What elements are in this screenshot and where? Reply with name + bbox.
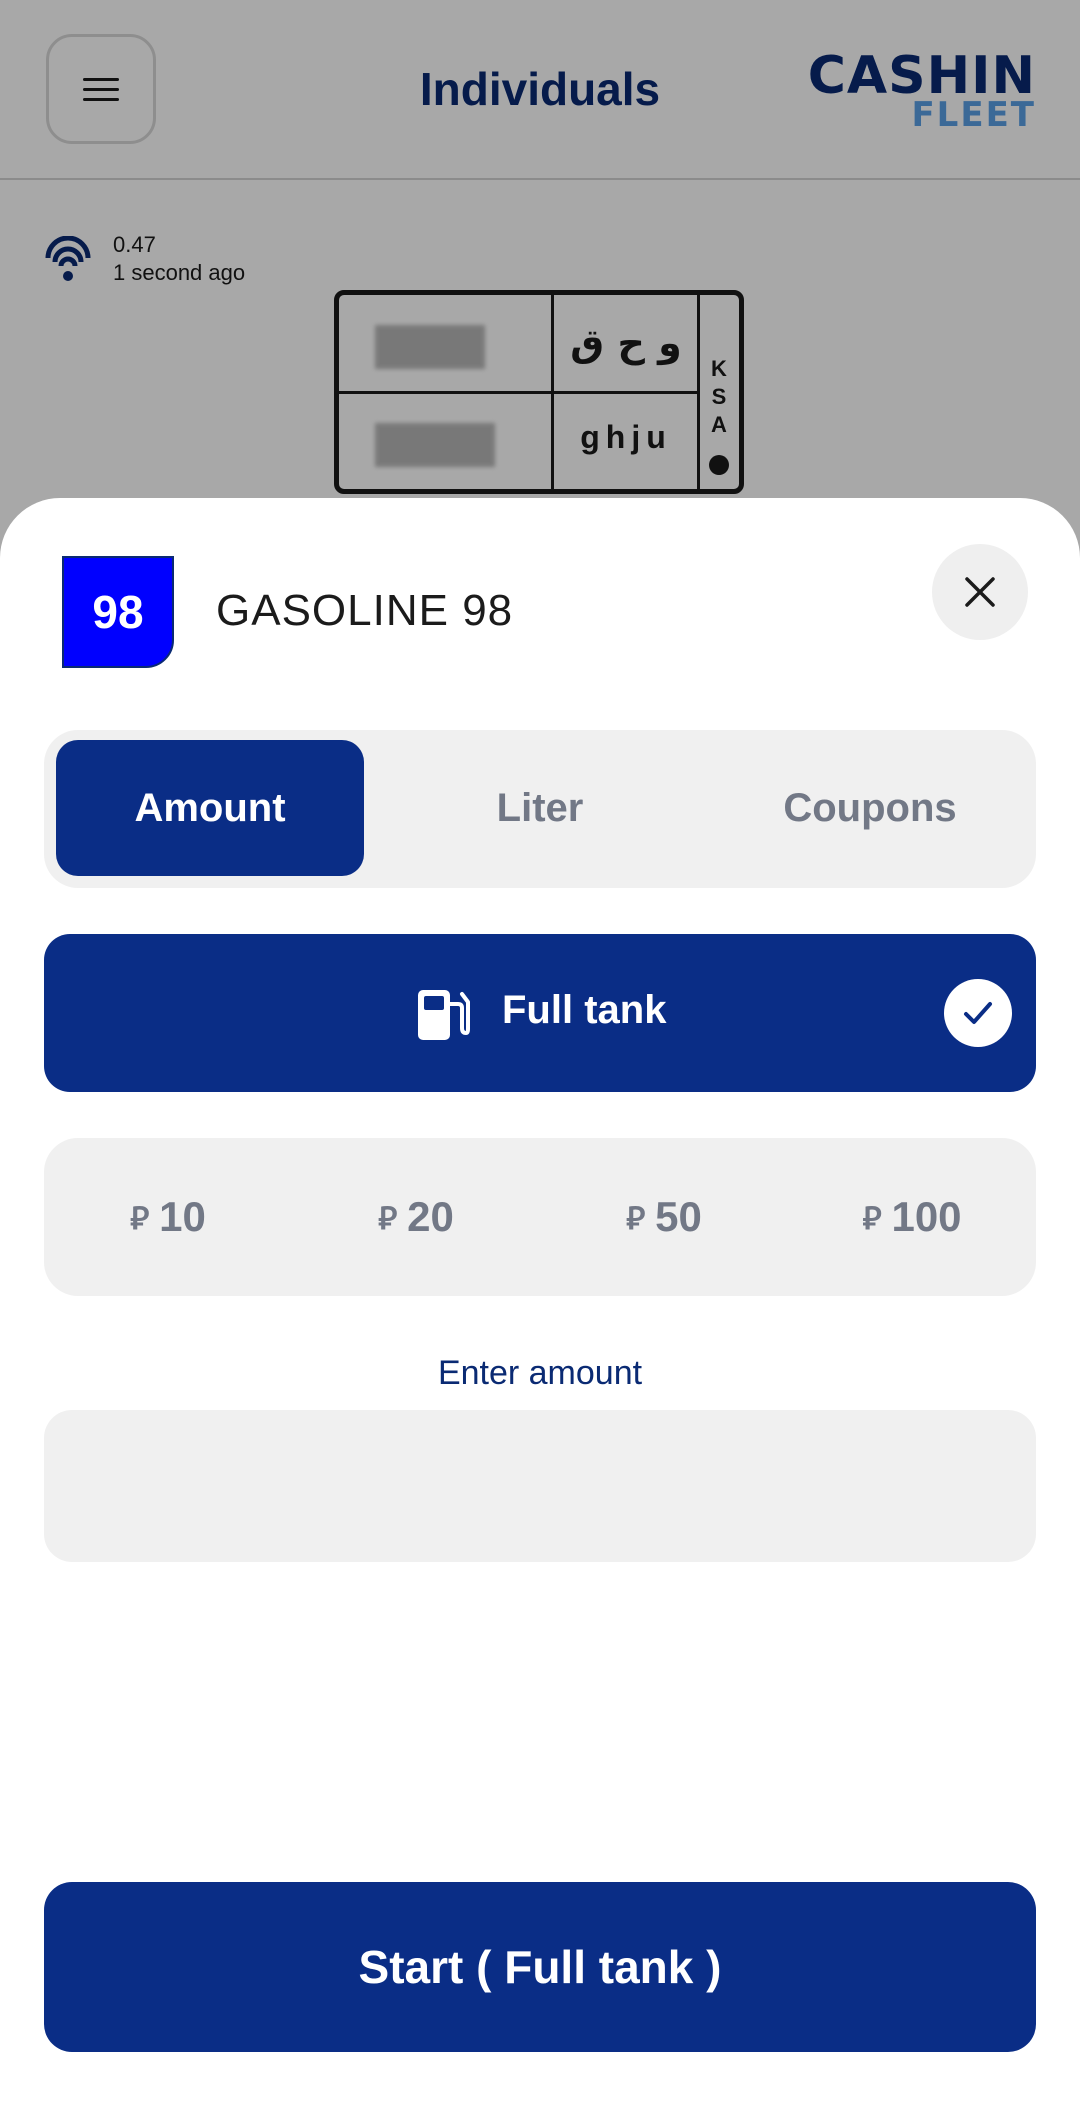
close-button[interactable]: [932, 544, 1028, 640]
amount-presets: ⃁ 10 ⃁ 20 ⃁ 50 ⃁ 100: [44, 1138, 1036, 1296]
riyal-icon: ⃁: [626, 1199, 646, 1237]
tab-amount[interactable]: Amount: [56, 740, 364, 876]
preset-100[interactable]: ⃁ 100: [788, 1138, 1036, 1296]
riyal-icon: ⃁: [862, 1199, 882, 1237]
selected-check: [944, 979, 1012, 1047]
start-button[interactable]: Start ( Full tank ): [44, 1882, 1036, 2052]
amount-input[interactable]: [44, 1410, 1036, 1562]
full-tank-option[interactable]: Full tank: [44, 934, 1036, 1092]
mode-segmented-control: Amount Liter Coupons: [44, 730, 1036, 888]
fuel-bottom-sheet: 98 GASOLINE 98 Amount Liter Coupons Full…: [0, 498, 1080, 2116]
riyal-icon: ⃁: [378, 1199, 398, 1237]
fuel-grade-badge: 98: [62, 556, 174, 668]
close-icon: [965, 577, 995, 607]
riyal-icon: ⃁: [130, 1199, 150, 1237]
preset-20[interactable]: ⃁ 20: [292, 1138, 540, 1296]
tab-liter[interactable]: Liter: [386, 740, 694, 876]
tab-coupons[interactable]: Coupons: [716, 740, 1024, 876]
preset-50[interactable]: ⃁ 50: [540, 1138, 788, 1296]
full-tank-label: Full tank: [502, 988, 667, 1032]
amount-label: Enter amount: [437, 1354, 643, 1392]
fuel-pump-icon: [418, 990, 470, 1040]
check-icon: [964, 1002, 992, 1024]
fuel-name: GASOLINE 98: [216, 586, 514, 635]
preset-10[interactable]: ⃁ 10: [44, 1138, 292, 1296]
